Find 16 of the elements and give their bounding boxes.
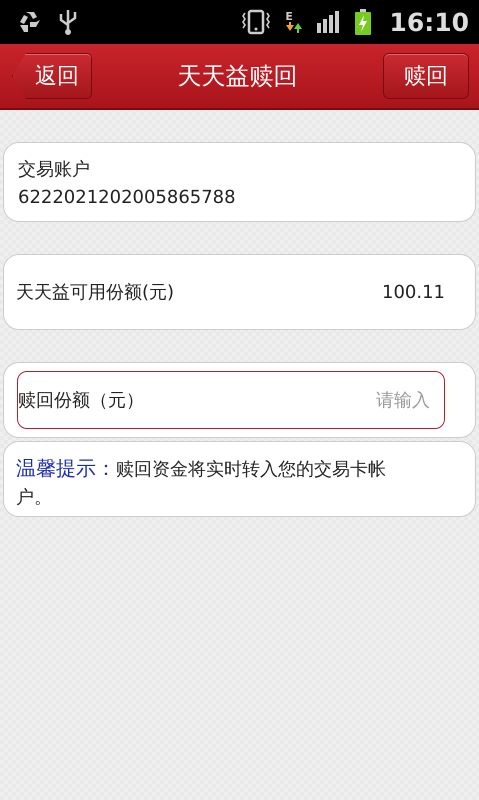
account-number: 6222021202005865788: [18, 186, 237, 208]
vibrate-icon: [241, 9, 272, 35]
redeem-button[interactable]: 赎回: [383, 53, 469, 99]
signal-icon: [317, 11, 342, 33]
tip-text: 温馨提示：赎回资金将实时转入您的交易卡帐户。: [16, 455, 387, 510]
network-type-label: E: [285, 11, 293, 22]
amount-label: 赎回份额（元）: [18, 389, 144, 412]
usb-icon: [58, 8, 78, 36]
account-label: 交易账户: [18, 158, 91, 180]
clock: 16:10: [389, 8, 469, 36]
data-arrows-icon: [285, 22, 304, 33]
available-value: 100.11: [382, 282, 445, 302]
available-label: 天天益可用份额(元): [16, 281, 174, 304]
battery-icon: [355, 9, 372, 35]
back-button[interactable]: 返回: [12, 53, 92, 99]
page-title: 天天益赎回: [178, 61, 298, 92]
